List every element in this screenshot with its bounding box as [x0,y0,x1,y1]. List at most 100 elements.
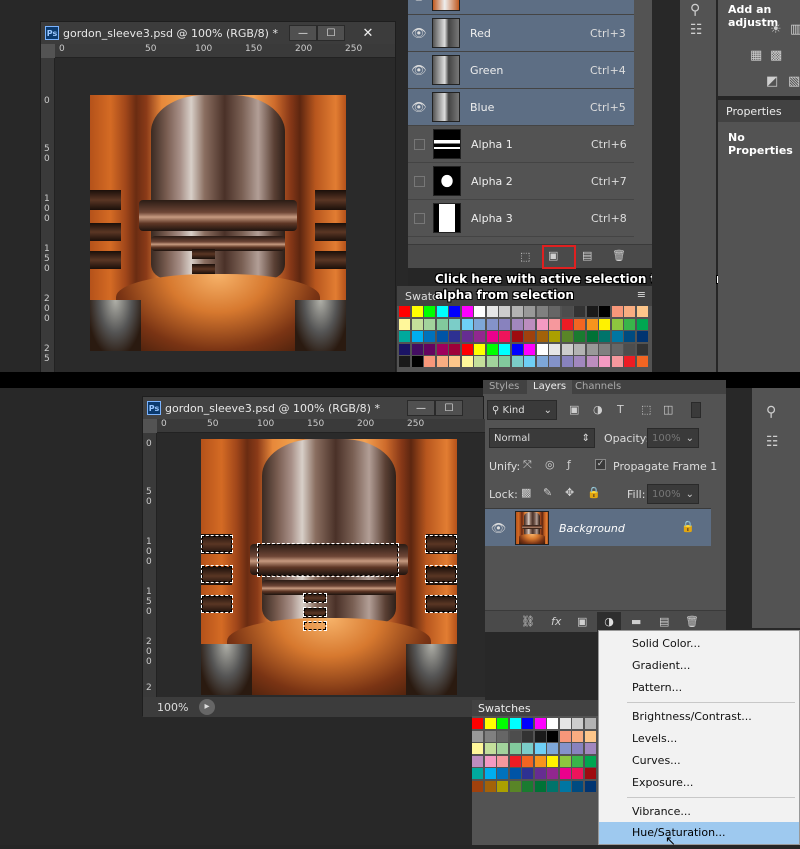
color-swatch[interactable] [584,743,596,754]
menu-item-vibrance[interactable]: Vibrance... [599,801,799,823]
color-swatch[interactable] [509,718,521,729]
color-swatch[interactable] [636,318,648,330]
menu-item-solid-color[interactable]: Solid Color... [599,633,799,655]
color-swatch[interactable] [449,343,460,355]
color-swatch[interactable] [509,780,521,792]
status-menu-icon[interactable]: ▸ [199,699,215,715]
delete-channel-icon[interactable]: 🗑 [612,249,626,262]
color-swatch[interactable] [461,318,473,330]
channel-row[interactable]: Alpha 3 Ctrl+8 [408,200,634,237]
color-swatch[interactable] [522,730,533,742]
color-swatch[interactable] [534,730,546,742]
color-swatch[interactable] [436,306,448,317]
visibility-toggle[interactable] [414,212,425,224]
color-swatch[interactable] [624,343,635,355]
color-swatch[interactable] [636,356,648,367]
color-swatch[interactable] [511,306,523,317]
propagate-checkbox[interactable]: ✓ [595,459,606,470]
color-swatch[interactable] [461,331,473,342]
color-swatch[interactable] [586,343,598,355]
menu-item-gradient[interactable]: Gradient... [599,655,799,677]
color-swatch[interactable] [474,306,485,317]
photo-filter-icon[interactable]: ◩ [766,74,778,89]
new-group-icon[interactable]: ▬ [631,615,641,628]
color-swatch[interactable] [624,331,635,342]
color-swatch[interactable] [436,356,448,367]
sliders-icon[interactable]: ☷ [690,22,703,38]
color-swatch[interactable] [474,318,485,330]
color-swatch[interactable] [497,743,508,754]
brush-icon[interactable]: ⚲ [690,2,700,18]
canvas-area[interactable] [157,433,485,697]
color-swatch[interactable] [484,730,496,742]
close-button[interactable]: ✕ [345,25,391,41]
color-swatch[interactable] [599,306,610,317]
color-swatch[interactable] [547,780,558,792]
color-swatch[interactable] [559,780,571,792]
color-swatch[interactable] [611,306,623,317]
color-swatch[interactable] [547,743,558,754]
color-swatch[interactable] [584,780,596,792]
color-swatch[interactable] [574,343,585,355]
color-swatch[interactable] [411,331,423,342]
opacity-input[interactable]: 100% ⌄ [647,428,699,448]
color-swatch[interactable] [561,356,573,367]
filter-smart-icon[interactable]: ◫ [663,403,673,416]
color-swatch[interactable] [574,331,585,342]
unify-position-icon[interactable]: ⤧ [523,458,532,472]
color-swatch[interactable] [399,318,410,330]
link-layers-icon[interactable]: ⛓ [521,615,535,628]
lock-position-icon[interactable]: ✥ [565,486,574,499]
lock-pixels-icon[interactable]: ✎ [543,486,552,499]
color-swatch[interactable] [599,356,610,367]
properties-tab[interactable]: Properties [726,105,782,118]
color-swatch[interactable] [599,331,610,342]
color-swatch[interactable] [474,343,485,355]
tab-styles[interactable]: Styles [489,381,519,392]
color-swatch[interactable] [497,780,508,792]
color-swatch[interactable] [424,331,435,342]
color-swatch[interactable] [549,356,560,367]
document-titlebar[interactable]: Ps gordon_sleeve3.psd @ 100% (RGB/8) * —… [143,397,483,419]
color-swatch[interactable] [449,356,460,367]
color-swatch[interactable] [536,306,548,317]
color-swatch[interactable] [561,318,573,330]
menu-item-brightness-contrast[interactable]: Brightness/Contrast... [599,706,799,728]
visibility-eye-icon[interactable]: 👁 [408,26,430,40]
color-swatch[interactable] [572,780,583,792]
color-swatch[interactable] [547,730,558,742]
color-swatch[interactable] [486,318,498,330]
color-swatch[interactable] [497,730,508,742]
swatches-tab[interactable]: Swatches [478,702,531,715]
color-swatch[interactable] [424,318,435,330]
color-swatch[interactable] [636,343,648,355]
menu-item-pattern[interactable]: Pattern... [599,677,799,699]
color-swatch[interactable] [522,755,533,767]
color-swatch[interactable] [411,356,423,367]
lock-transparent-icon[interactable]: ▩ [521,486,531,499]
color-swatch[interactable] [499,318,510,330]
color-swatch[interactable] [559,730,571,742]
color-swatch[interactable] [574,356,585,367]
color-swatch[interactable] [534,718,546,729]
color-swatch[interactable] [624,356,635,367]
color-swatch[interactable] [484,768,496,779]
color-swatch[interactable] [586,356,598,367]
color-swatch[interactable] [549,318,560,330]
color-swatch[interactable] [559,768,571,779]
visibility-eye-icon[interactable]: 👁 [491,521,506,535]
color-swatch[interactable] [497,768,508,779]
color-swatch[interactable] [584,730,596,742]
color-swatch[interactable] [547,755,558,767]
color-swatch[interactable] [584,755,596,767]
channel-row[interactable]: 👁 Green Ctrl+4 [408,52,634,89]
color-swatch[interactable] [524,356,535,367]
color-swatch[interactable] [399,331,410,342]
color-swatch[interactable] [484,780,496,792]
color-swatch[interactable] [461,356,473,367]
color-swatch[interactable] [511,318,523,330]
color-swatch[interactable] [511,343,523,355]
color-swatch[interactable] [509,768,521,779]
menu-item-levels[interactable]: Levels... [599,728,799,750]
color-swatch[interactable] [547,768,558,779]
